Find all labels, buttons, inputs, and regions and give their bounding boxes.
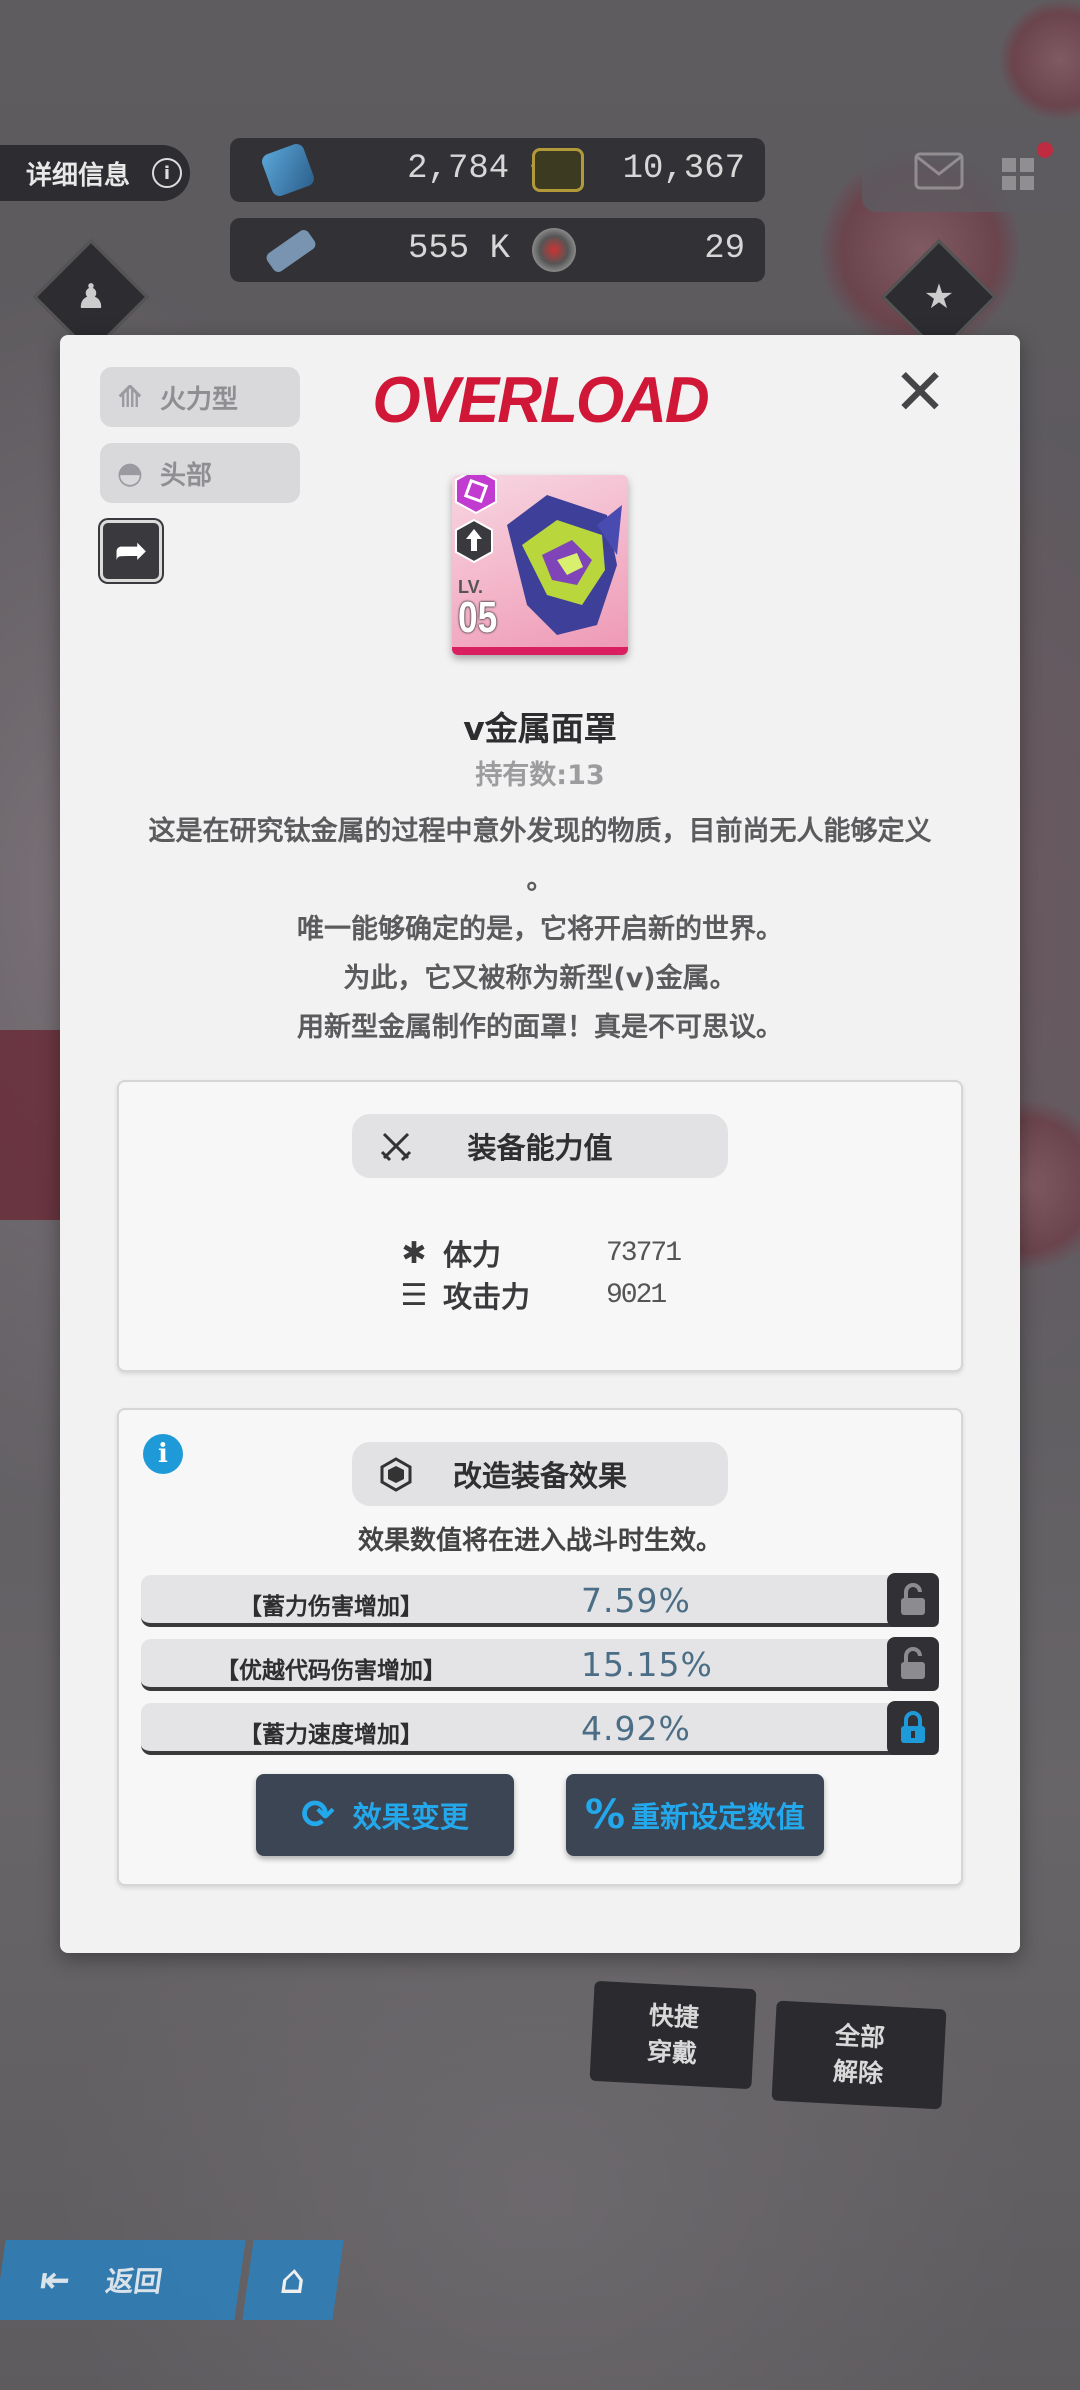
person-icon: ♟: [75, 277, 107, 317]
class-badge-icon: [455, 519, 493, 563]
stat-row-hp: ✱ 体力 73771: [397, 1232, 682, 1274]
battery-count: 555 K: [407, 230, 510, 268]
detail-info-tab[interactable]: 详细信息 i: [0, 145, 190, 201]
stat-label: 攻击力: [443, 1280, 531, 1314]
unequip-all-label: 全部 解除: [832, 2020, 886, 2089]
effect-value: 15.15%: [581, 1645, 713, 1684]
equipment-detail-modal: ⟰ 火力型 ◓ 头部 ➦ OVERLOAD ✕ LV. 05 v金属面罩 持有数…: [60, 335, 1020, 1953]
item-name: v金属面罩: [463, 709, 617, 748]
effect-value: 7.59%: [581, 1581, 691, 1620]
currency-bar-top: 2,784 + 10,367: [230, 138, 765, 202]
item-card: LV. 05: [452, 475, 628, 655]
close-icon: ✕: [893, 356, 947, 430]
credit-count: 10,367: [622, 150, 745, 188]
effect-label: 【蓄力伤害增加】: [239, 1594, 423, 1620]
back-button[interactable]: ⇤ 返回: [0, 2240, 246, 2320]
effect-label: 【蓄力速度增加】: [239, 1722, 423, 1748]
description-line: 为此，它又被称为新型(v)金属。: [343, 963, 737, 994]
description-line: 唯一能够确定的是，它将开启新的世界。: [297, 914, 783, 945]
reset-values-button[interactable]: % 重新设定数值: [566, 1774, 824, 1856]
effect-row: 【蓄力速度增加】 4.92%: [141, 1701, 939, 1755]
rarity-badge-icon: [455, 475, 497, 515]
core-dust-count: 29: [704, 230, 745, 268]
quick-equip-label: 快捷 穿戴: [646, 2000, 700, 2069]
bullets-icon: ☰: [400, 1277, 428, 1313]
quick-equip-button[interactable]: 快捷 穿戴: [589, 1980, 757, 2090]
slot-tag-label: 头部: [160, 460, 213, 491]
share-button[interactable]: ➦: [100, 520, 162, 582]
refresh-icon: ⟳: [301, 1792, 335, 1838]
battery-core-icon: [264, 227, 318, 275]
overload-logo: OVERLOAD: [372, 364, 709, 437]
star-icon: ★: [923, 277, 955, 317]
effect-row: 【优越代码伤害增加】 15.15%: [141, 1637, 939, 1691]
currency-bar-bottom: 555 K 29: [230, 218, 765, 282]
change-effect-label: 效果变更: [352, 1800, 469, 1834]
stat-row-attack: ☰ 攻击力 9021: [397, 1274, 668, 1316]
effects-notice: 效果数值将在进入战斗时生效。: [357, 1526, 722, 1556]
effect-lock-toggle[interactable]: [887, 1637, 939, 1691]
metal-mask-art: [507, 495, 622, 635]
slot-tag: ◓ 头部: [100, 443, 300, 503]
gem-count: 2,784 +: [407, 150, 550, 188]
percent-icon: %: [584, 1792, 626, 1838]
effect-value: 4.92%: [581, 1709, 691, 1748]
asterisk-icon: ✱: [401, 1235, 427, 1271]
stat-value: 73771: [606, 1237, 682, 1269]
description-line: 这是在研究钛金属的过程中意外发现的物质，目前尚无人能够定义: [148, 816, 932, 847]
reset-values-label: 重新设定数值: [631, 1800, 806, 1834]
back-label: 返回: [103, 2265, 165, 2298]
home-button[interactable]: ⌂: [242, 2240, 344, 2320]
level-value: 05: [458, 593, 498, 642]
core-dust-icon: [532, 228, 576, 272]
modification-effects-panel: i 改造装备效果 效果数值将在进入战斗时生效。 【蓄力伤害增加】 7.59% 【…: [117, 1408, 963, 1886]
cube-module-icon: [380, 1457, 412, 1492]
crossed-swords-icon: [380, 1132, 412, 1162]
owned-count: 持有数:13: [475, 760, 605, 791]
unlocked-padlock-icon: [901, 1647, 925, 1679]
share-arrow-icon: ➦: [114, 528, 148, 574]
top-right-menu: [862, 130, 1080, 212]
description-line: 用新型金属制作的面罩！真是不可思议。: [297, 1012, 783, 1043]
stats-panel-title: 装备能力值: [467, 1131, 613, 1165]
effect-row: 【蓄力伤害增加】 7.59%: [141, 1573, 939, 1627]
locked-padlock-icon: [901, 1711, 925, 1743]
effect-label: 【优越代码伤害增加】: [216, 1658, 446, 1684]
home-icon: ⌂: [277, 2257, 309, 2303]
mail-grid-icons: [914, 142, 1053, 190]
item-description: 这是在研究钛金属的过程中意外发现的物质，目前尚无人能够定义 。 唯一能够确定的是…: [110, 807, 970, 1052]
stat-label: 体力: [443, 1238, 502, 1272]
equipment-stats-panel: 装备能力值 ✱ 体力 73771 ☰ 攻击力 9021: [117, 1080, 963, 1372]
credit-card-icon: [532, 148, 584, 192]
effects-panel-title: 改造装备效果: [452, 1459, 627, 1493]
description-line: 。: [526, 865, 554, 896]
info-icon[interactable]: i: [143, 1434, 183, 1474]
unlocked-padlock-icon: [901, 1583, 925, 1615]
change-effect-button[interactable]: ⟳ 效果变更: [256, 1774, 514, 1856]
close-button[interactable]: ✕: [890, 361, 950, 425]
crystal-gem-icon: [259, 141, 317, 199]
detail-info-label: 详细信息: [26, 160, 131, 191]
exit-door-icon: ⇤: [37, 2259, 74, 2301]
unequip-all-button[interactable]: 全部 解除: [771, 2000, 947, 2110]
effect-lock-toggle[interactable]: [887, 1573, 939, 1627]
effects-panel-header: 改造装备效果: [352, 1442, 728, 1506]
stat-value: 9021: [606, 1279, 667, 1311]
stats-panel-header: 装备能力值: [352, 1114, 728, 1178]
info-icon[interactable]: i: [152, 158, 182, 188]
effect-lock-toggle[interactable]: [887, 1701, 939, 1755]
helmet-icon: ◓: [116, 455, 144, 491]
